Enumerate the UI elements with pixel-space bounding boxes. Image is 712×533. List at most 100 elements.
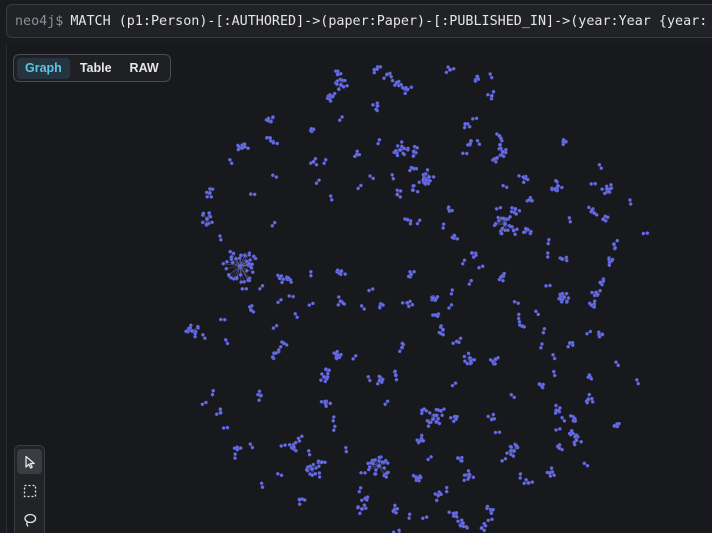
graph-node[interactable] — [271, 141, 276, 145]
graph-node[interactable] — [456, 519, 460, 524]
graph-node[interactable] — [362, 503, 367, 507]
graph-node[interactable] — [517, 323, 522, 327]
graph-node[interactable] — [393, 369, 398, 374]
graph-node[interactable] — [317, 464, 321, 469]
graph-node[interactable] — [607, 257, 611, 262]
graph-node[interactable] — [371, 176, 376, 181]
graph-node[interactable] — [579, 439, 584, 444]
graph-node[interactable] — [279, 297, 283, 302]
graph-node[interactable] — [438, 325, 443, 329]
graph-node[interactable] — [500, 138, 504, 143]
graph-node[interactable] — [328, 401, 333, 406]
graph-node[interactable] — [399, 140, 404, 144]
graph-node[interactable] — [554, 428, 558, 432]
graph-node[interactable] — [401, 151, 405, 156]
graph-node[interactable] — [300, 497, 305, 501]
graph-node[interactable] — [470, 117, 475, 121]
graph-node[interactable] — [522, 481, 527, 486]
graph-node[interactable] — [234, 275, 239, 280]
graph-node[interactable] — [463, 359, 467, 364]
graph-node[interactable] — [200, 402, 205, 407]
graph-node[interactable] — [425, 168, 430, 172]
graph-node[interactable] — [476, 77, 481, 82]
graph-node[interactable] — [247, 253, 252, 257]
graph-node[interactable] — [359, 498, 364, 503]
graph-node[interactable] — [415, 438, 419, 442]
graph-node[interactable] — [440, 413, 445, 418]
graph-node[interactable] — [434, 413, 438, 418]
graph-node[interactable] — [641, 231, 646, 236]
graph-node[interactable] — [382, 466, 387, 470]
graph-node[interactable] — [551, 352, 555, 357]
table-view-button[interactable]: Table — [72, 58, 120, 79]
graph-node[interactable] — [524, 477, 528, 482]
graph-node[interactable] — [357, 152, 362, 157]
graph-node[interactable] — [569, 428, 574, 433]
graph-node[interactable] — [397, 147, 403, 153]
graph-node[interactable] — [331, 415, 336, 419]
graph-node[interactable] — [496, 355, 500, 360]
graph-node[interactable] — [518, 472, 523, 476]
graph-node[interactable] — [362, 307, 367, 311]
graph-node[interactable] — [310, 473, 315, 478]
graph-node[interactable] — [210, 187, 215, 192]
graph-node[interactable] — [512, 395, 517, 400]
graph-node[interactable] — [399, 82, 404, 87]
graph-node[interactable] — [566, 344, 571, 349]
graph-node[interactable] — [546, 241, 551, 246]
graph-node[interactable] — [287, 442, 292, 447]
graph-node[interactable] — [411, 473, 416, 478]
graph-node[interactable] — [455, 237, 460, 241]
graph-node[interactable] — [615, 238, 620, 243]
graph-node[interactable] — [280, 340, 284, 344]
graph-node[interactable] — [283, 443, 287, 447]
graph-node[interactable] — [307, 452, 312, 457]
graph-node[interactable] — [274, 351, 279, 355]
graph-node[interactable] — [376, 141, 380, 146]
graph-node[interactable] — [491, 412, 496, 417]
graph-node[interactable] — [431, 175, 436, 179]
graph-node[interactable] — [364, 506, 368, 511]
graph-node[interactable] — [278, 345, 283, 349]
graph-node[interactable] — [325, 371, 330, 376]
graph-node[interactable] — [308, 161, 313, 165]
graph-node[interactable] — [336, 303, 341, 307]
graph-node[interactable] — [600, 282, 604, 287]
graph-node[interactable] — [292, 444, 296, 449]
graph-node[interactable] — [355, 149, 360, 154]
graph-node[interactable] — [459, 518, 464, 522]
graph-node[interactable] — [554, 403, 558, 408]
graph-node[interactable] — [611, 242, 616, 247]
query-bar[interactable]: neo4j$ MATCH (p1:Person)-[:AUTHORED]->(p… — [6, 4, 712, 38]
graph-node[interactable] — [407, 512, 412, 517]
graph-node[interactable] — [300, 434, 304, 439]
graph-node[interactable] — [593, 181, 598, 186]
graph-node[interactable] — [568, 219, 573, 224]
graph-node[interactable] — [457, 340, 461, 345]
graph-node[interactable] — [607, 263, 612, 268]
graph-node[interactable] — [628, 202, 633, 206]
graph-node[interactable] — [501, 183, 505, 188]
graph-node[interactable] — [590, 400, 595, 404]
graph-node[interactable] — [553, 178, 558, 183]
graph-node[interactable] — [367, 288, 371, 293]
graph-node[interactable] — [218, 234, 222, 238]
graph-node[interactable] — [238, 273, 243, 277]
graph-node[interactable] — [488, 72, 492, 76]
graph-node[interactable] — [599, 166, 604, 171]
graph-node[interactable] — [250, 262, 255, 267]
graph-node[interactable] — [383, 402, 387, 407]
graph-node[interactable] — [411, 184, 416, 188]
graph-node[interactable] — [270, 173, 275, 178]
graph-node[interactable] — [247, 261, 251, 266]
graph-node[interactable] — [297, 439, 302, 443]
graph-node[interactable] — [598, 288, 602, 293]
graph-node[interactable] — [276, 300, 280, 305]
graph-node[interactable] — [448, 415, 453, 420]
graph-node[interactable] — [218, 410, 223, 415]
graph-node[interactable] — [616, 363, 621, 368]
graph-node[interactable] — [410, 302, 415, 307]
graph-node[interactable] — [385, 399, 390, 404]
graph-node[interactable] — [395, 192, 400, 197]
graph-node[interactable] — [492, 157, 497, 161]
